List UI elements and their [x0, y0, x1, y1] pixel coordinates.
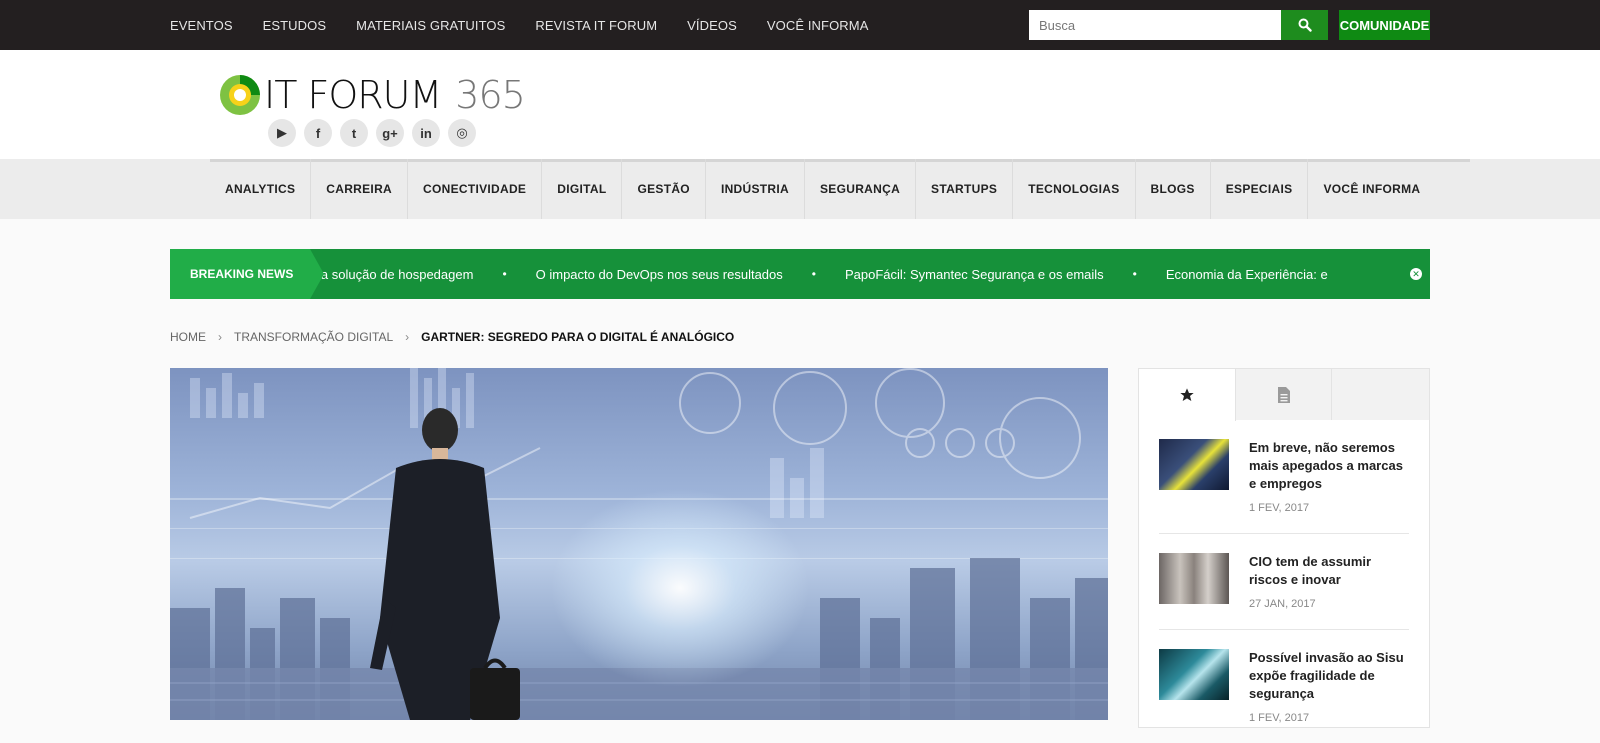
logo-mark-icon	[220, 75, 260, 115]
close-icon[interactable]: ✕	[1410, 268, 1422, 280]
top-bar: EVENTOS ESTUDOS MATERIAIS GRATUITOS REVI…	[0, 0, 1600, 50]
post-thumbnail[interactable]	[1159, 553, 1229, 604]
breadcrumb-home[interactable]: HOME	[170, 330, 206, 344]
breaking-item[interactable]: PapoFácil: Symantec Segurança e os email…	[845, 267, 1104, 282]
nav-startups[interactable]: STARTUPS	[916, 159, 1014, 219]
sidebar-post[interactable]: Possível invasão ao Sisu expõe fragilida…	[1159, 630, 1409, 743]
main-nav: ANALYTICS CARREIRA CONECTIVIDADE DIGITAL…	[0, 159, 1600, 219]
post-date: 1 FEV, 2017	[1249, 502, 1310, 514]
top-nav-videos[interactable]: VÍDEOS	[687, 18, 737, 33]
post-date: 27 JAN, 2017	[1249, 598, 1316, 610]
search-icon	[1298, 18, 1312, 32]
top-nav-materiais[interactable]: MATERIAIS GRATUITOS	[356, 18, 505, 33]
logo-number: 365	[455, 73, 526, 117]
breadcrumb-current: GARTNER: SEGREDO PARA O DIGITAL É ANALÓG…	[421, 330, 735, 344]
logo-text: IT FORUM	[264, 73, 442, 117]
hero-light-glow	[550, 488, 810, 688]
facebook-icon[interactable]: f	[304, 119, 332, 147]
breaking-item[interactable]: O impacto do DevOps nos seus resultados	[536, 267, 783, 282]
tab-popular[interactable]	[1139, 369, 1236, 421]
breaking-separator: •	[1132, 267, 1137, 281]
linkedin-icon[interactable]: in	[412, 119, 440, 147]
breaking-separator: •	[811, 267, 816, 281]
post-title[interactable]: Possível invasão ao Sisu expõe fragilida…	[1249, 649, 1409, 703]
top-nav-eventos[interactable]: EVENTOS	[170, 18, 233, 33]
community-button[interactable]: COMUNIDADE	[1339, 10, 1430, 40]
chevron-right-icon: ›	[218, 330, 222, 344]
nav-industria[interactable]: INDÚSTRIA	[706, 159, 805, 219]
top-nav-voce-informa[interactable]: VOCÊ INFORMA	[767, 18, 869, 33]
sidebar-post-list: Em breve, não seremos mais apegados a ma…	[1139, 420, 1429, 743]
nav-analytics[interactable]: ANALYTICS	[210, 159, 312, 219]
site-logo[interactable]: IT FORUM 365	[218, 70, 526, 120]
breadcrumb: HOME › TRANSFORMAÇÃO DIGITAL › GARTNER: …	[170, 330, 734, 344]
top-nav: EVENTOS ESTUDOS MATERIAIS GRATUITOS REVI…	[170, 0, 898, 50]
nav-blogs[interactable]: BLOGS	[1136, 159, 1211, 219]
article-hero-image	[170, 368, 1108, 720]
breaking-item[interactable]: Economia da Experiência: e	[1166, 267, 1328, 282]
document-icon	[1277, 386, 1290, 403]
chevron-right-icon: ›	[405, 330, 410, 344]
nav-tecnologias[interactable]: TECNOLOGIAS	[1013, 159, 1136, 219]
nav-voce-informa[interactable]: VOCÊ INFORMA	[1308, 159, 1435, 219]
site-header: IT FORUM 365	[0, 50, 1600, 160]
breaking-news-bar: BREAKING NEWS GoDaddy apresenta nova sol…	[170, 249, 1430, 299]
social-links: ▶ f t g+ in ◎	[268, 119, 484, 147]
nav-carreira[interactable]: CARREIRA	[311, 159, 408, 219]
post-thumbnail[interactable]	[1159, 439, 1229, 490]
breaking-news-ticker: GoDaddy apresenta nova solução de hosped…	[316, 249, 1400, 299]
top-nav-revista[interactable]: REVISTA IT FORUM	[535, 18, 657, 33]
tab-recent[interactable]	[1235, 369, 1333, 420]
search-button[interactable]	[1281, 10, 1328, 40]
sidebar-post[interactable]: CIO tem de assumir riscos e inovar 27 JA…	[1159, 534, 1409, 630]
nav-seguranca[interactable]: SEGURANÇA	[805, 159, 917, 219]
nav-conectividade[interactable]: CONECTIVIDADE	[408, 159, 543, 219]
breaking-item[interactable]: GoDaddy apresenta nova solução de hosped…	[316, 267, 473, 282]
sidebar-tabs	[1139, 369, 1430, 421]
search-input[interactable]	[1029, 10, 1281, 40]
nav-gestao[interactable]: GESTÃO	[622, 159, 706, 219]
instagram-icon[interactable]: ◎	[448, 119, 476, 147]
nav-especiais[interactable]: ESPECIAIS	[1211, 159, 1309, 219]
post-date: 1 FEV, 2017	[1249, 712, 1310, 724]
post-title[interactable]: Em breve, não seremos mais apegados a ma…	[1249, 439, 1409, 493]
nav-digital[interactable]: DIGITAL	[542, 159, 623, 219]
breaking-separator: •	[502, 267, 507, 281]
breadcrumb-section[interactable]: TRANSFORMAÇÃO DIGITAL	[234, 330, 393, 344]
google-plus-icon[interactable]: g+	[376, 119, 404, 147]
twitter-icon[interactable]: t	[340, 119, 368, 147]
post-title[interactable]: CIO tem de assumir riscos e inovar	[1249, 553, 1409, 589]
star-icon	[1180, 388, 1194, 401]
sidebar-post[interactable]: Em breve, não seremos mais apegados a ma…	[1159, 420, 1409, 534]
sidebar-widget: Em breve, não seremos mais apegados a ma…	[1138, 368, 1430, 728]
breaking-news-label: BREAKING NEWS	[170, 249, 324, 299]
top-nav-estudos[interactable]: ESTUDOS	[263, 18, 327, 33]
youtube-icon[interactable]: ▶	[268, 119, 296, 147]
tab-comments[interactable]	[1332, 369, 1430, 420]
post-thumbnail[interactable]	[1159, 649, 1229, 700]
